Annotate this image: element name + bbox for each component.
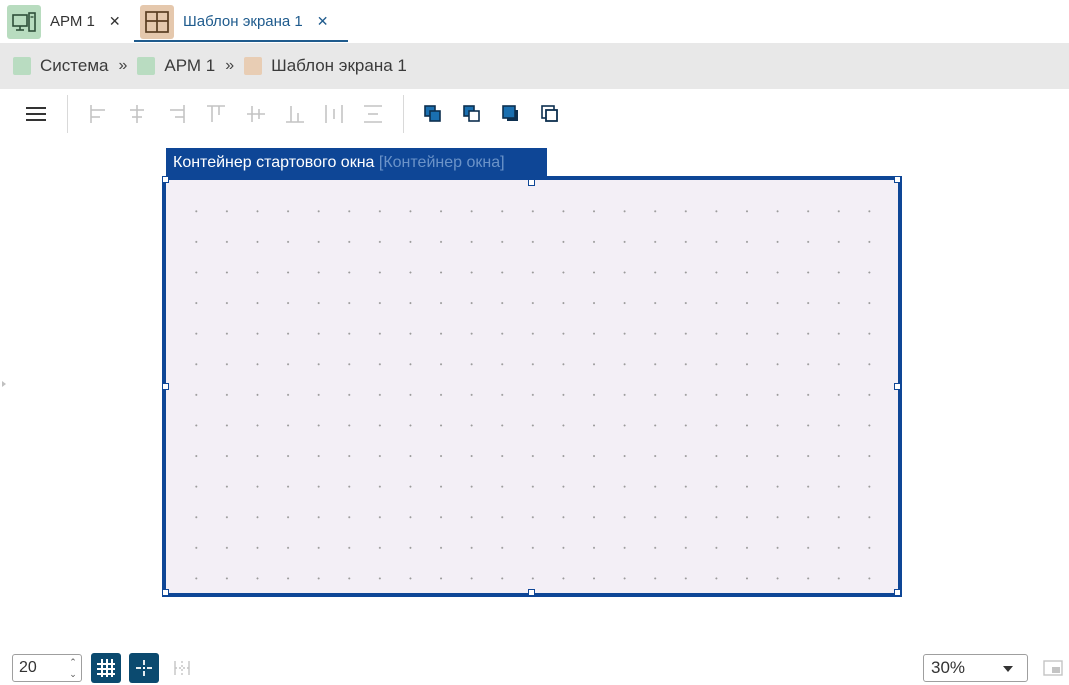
grid-canvas[interactable] xyxy=(168,183,896,591)
grid-toggle-button[interactable] xyxy=(91,653,121,683)
tab-label: Шаблон экрана 1 xyxy=(183,13,303,30)
system-icon xyxy=(13,57,31,75)
toolbar xyxy=(0,89,1069,139)
guides-icon xyxy=(174,661,190,675)
resize-handle-left[interactable] xyxy=(162,383,169,390)
send-to-back-icon[interactable] xyxy=(537,101,563,127)
zoom-value: 30% xyxy=(931,658,966,677)
breadcrumb-label: Система xyxy=(40,56,109,75)
grid-icon xyxy=(97,659,115,677)
resize-handle-bottom-left[interactable] xyxy=(162,589,169,596)
active-tab-indicator xyxy=(134,40,348,42)
dropdown-caret-icon xyxy=(1003,666,1013,672)
minimap-icon xyxy=(1043,660,1063,676)
breadcrumb-item-screen-template[interactable]: Шаблон экрана 1 xyxy=(244,56,407,76)
guides-toggle-button[interactable] xyxy=(167,653,197,683)
tab-arm1[interactable]: АРМ 1 ✕ xyxy=(7,0,121,43)
workstation-icon xyxy=(137,57,156,75)
breadcrumb: Система » АРМ 1 » Шаблон экрана 1 xyxy=(0,43,1069,89)
send-backward-icon[interactable] xyxy=(459,101,485,127)
tab-screen-template[interactable]: Шаблон экрана 1 ✕ xyxy=(140,0,329,43)
chevron-up-icon[interactable]: ⌃ xyxy=(68,657,78,667)
hamburger-menu-icon[interactable] xyxy=(23,101,49,127)
resize-handle-top[interactable] xyxy=(528,179,535,186)
window-container[interactable] xyxy=(162,176,902,597)
container-header[interactable]: Контейнер стартового окна [Контейнер окн… xyxy=(166,148,547,178)
breadcrumb-separator: » xyxy=(225,57,235,74)
distribute-vertical-icon[interactable] xyxy=(360,101,386,127)
align-bottom-icon[interactable] xyxy=(282,101,308,127)
toolbar-divider xyxy=(67,95,68,133)
align-top-icon[interactable] xyxy=(203,101,229,127)
snap-icon xyxy=(136,660,152,676)
close-icon[interactable]: ✕ xyxy=(109,13,121,30)
resize-handle-top-left[interactable] xyxy=(162,176,169,183)
resize-handle-bottom[interactable] xyxy=(528,589,535,596)
breadcrumb-label: Шаблон экрана 1 xyxy=(271,56,407,75)
bring-forward-icon[interactable] xyxy=(420,101,446,127)
align-left-icon[interactable] xyxy=(85,101,111,127)
close-icon[interactable]: ✕ xyxy=(317,13,329,30)
breadcrumb-label: АРМ 1 xyxy=(164,56,216,75)
breadcrumb-item-arm1[interactable]: АРМ 1 xyxy=(137,56,215,76)
container-name: Контейнер стартового окна xyxy=(173,154,375,171)
chevron-down-icon[interactable]: ⌄ xyxy=(68,669,78,679)
resize-handle-top-right[interactable] xyxy=(894,176,901,183)
align-center-horizontal-icon[interactable] xyxy=(124,101,150,127)
bring-to-front-icon[interactable] xyxy=(498,101,524,127)
align-middle-vertical-icon[interactable] xyxy=(243,101,269,127)
tab-bar: АРМ 1 ✕ Шаблон экрана 1 ✕ xyxy=(0,0,1069,43)
snap-to-grid-button[interactable] xyxy=(129,653,159,683)
tab-label: АРМ 1 xyxy=(50,13,95,30)
distribute-horizontal-icon[interactable] xyxy=(321,101,347,127)
container-type: [Контейнер окна] xyxy=(378,154,505,171)
breadcrumb-separator: » xyxy=(118,57,128,74)
zoom-select[interactable]: 30% xyxy=(923,654,1028,682)
screen-template-icon xyxy=(244,57,263,75)
resize-handle-bottom-right[interactable] xyxy=(894,589,901,596)
minimap-toggle-button[interactable] xyxy=(1038,653,1068,683)
resize-handle-right[interactable] xyxy=(894,383,901,390)
grid-size-input[interactable] xyxy=(19,658,63,678)
screen-template-icon xyxy=(140,4,174,39)
toolbar-divider xyxy=(403,95,404,133)
align-right-icon[interactable] xyxy=(164,101,190,127)
panel-expand-icon[interactable] xyxy=(2,381,6,387)
grid-size-stepper[interactable]: ⌃ ⌄ xyxy=(12,654,82,682)
breadcrumb-item-system[interactable]: Система xyxy=(13,56,108,76)
workstation-icon xyxy=(7,4,41,39)
